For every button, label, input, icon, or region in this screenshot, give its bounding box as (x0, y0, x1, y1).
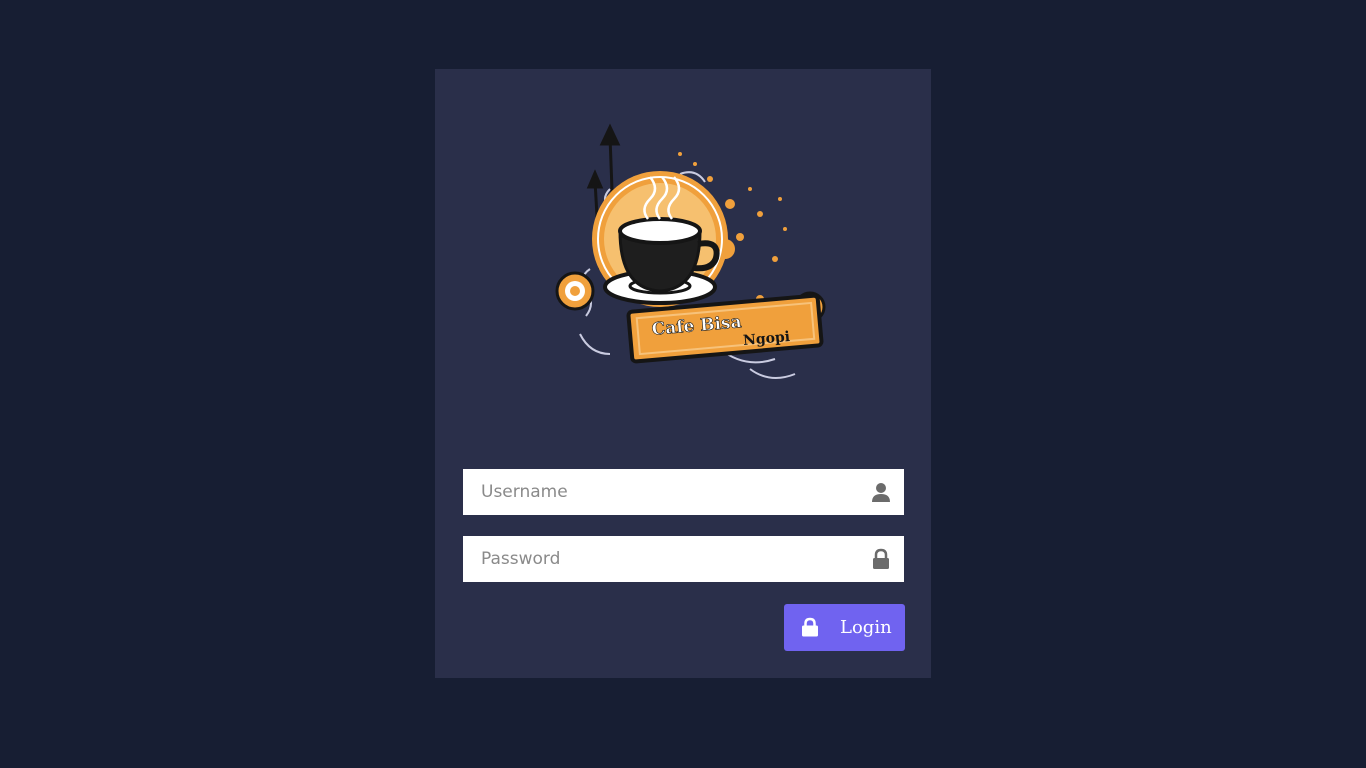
cafe-logo: Cafe Bisa Ngopi (520, 119, 850, 404)
username-input[interactable] (463, 469, 858, 515)
lock-icon (870, 548, 892, 570)
username-field (463, 469, 904, 515)
lock-icon (800, 617, 820, 637)
login-button[interactable]: Login (784, 604, 905, 651)
password-field (463, 536, 904, 582)
login-button-label: Login (840, 617, 892, 638)
login-card: Cafe Bisa Ngopi Log (435, 69, 931, 678)
user-icon (870, 481, 892, 503)
password-input[interactable] (463, 536, 858, 582)
